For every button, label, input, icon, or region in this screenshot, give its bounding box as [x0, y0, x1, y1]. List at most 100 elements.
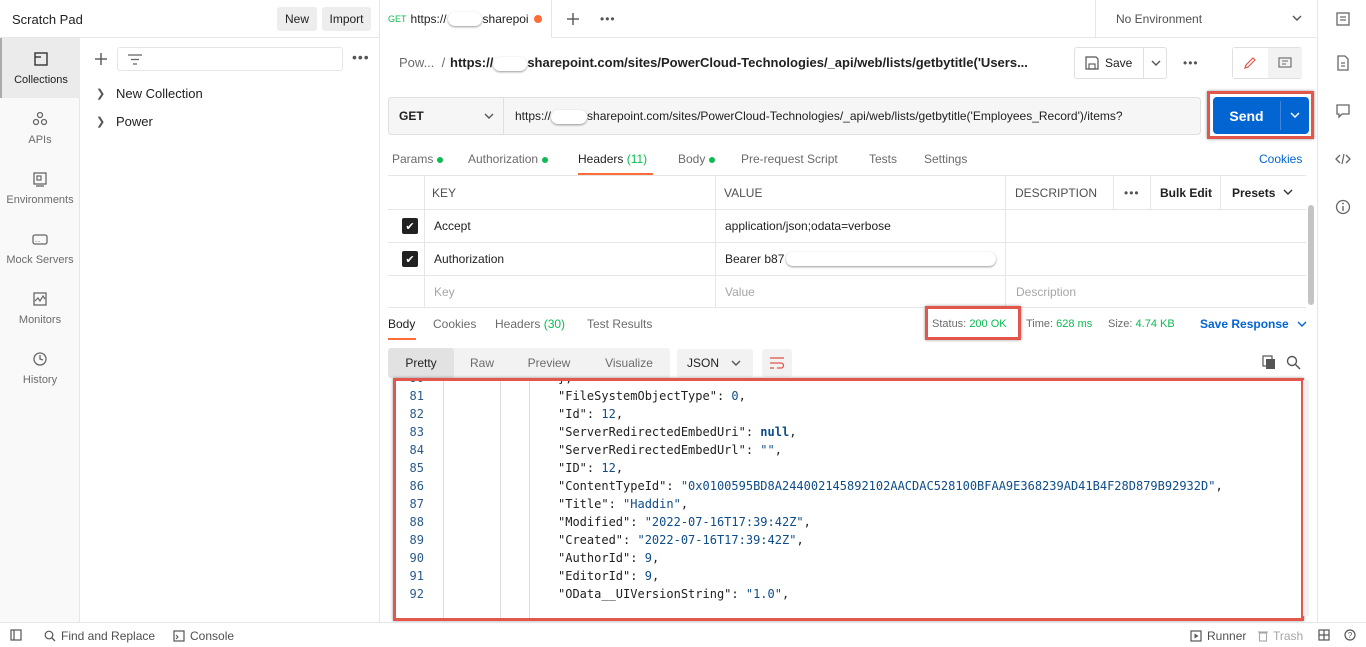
- tab-prerequest-script[interactable]: Pre-request Script: [741, 152, 838, 166]
- copy-icon[interactable]: [1262, 355, 1277, 370]
- response-tab-headers[interactable]: Headers (30): [495, 317, 565, 331]
- col-key: KEY: [432, 185, 457, 200]
- more-options-icon[interactable]: •••: [352, 49, 370, 65]
- rail-item-environments[interactable]: Environments: [0, 158, 80, 218]
- tab-tests[interactable]: Tests: [869, 152, 897, 166]
- view-tab-visualize[interactable]: Visualize: [588, 348, 670, 378]
- layout-toggle-button[interactable]: [1318, 629, 1335, 641]
- url-input[interactable]: https:// sharepoint.com/sites/PowerCloud-…: [515, 109, 1123, 124]
- edit-mode-button[interactable]: [1233, 48, 1268, 78]
- rail-item-mock-servers[interactable]: Mock Servers: [0, 218, 80, 278]
- environments-icon: [33, 172, 47, 187]
- new-value-input[interactable]: Value: [725, 276, 755, 307]
- rail-label: Monitors: [18, 314, 62, 326]
- presets-dropdown[interactable]: Presets: [1232, 176, 1293, 209]
- header-key[interactable]: Accept: [434, 210, 471, 242]
- help-button[interactable]: ?: [1344, 629, 1361, 641]
- monitors-icon: [33, 292, 47, 306]
- import-button[interactable]: Import: [322, 7, 371, 31]
- info-icon[interactable]: [1334, 198, 1352, 216]
- collection-item[interactable]: ❯ Power: [96, 111, 153, 131]
- plus-icon[interactable]: [94, 52, 108, 66]
- code-icon[interactable]: [1334, 150, 1352, 168]
- tab-bar: GET https:// sharepoi ••• No Environment: [380, 0, 1316, 38]
- new-button[interactable]: New: [277, 7, 317, 31]
- response-tab-test-results[interactable]: Test Results: [587, 317, 652, 331]
- svg-text:?: ?: [1348, 631, 1353, 640]
- response-tab-body[interactable]: Body: [388, 317, 415, 331]
- request-title[interactable]: https:// sharepoint.com/sites/PowerCloud-…: [450, 55, 1028, 71]
- search-icon[interactable]: [1286, 355, 1301, 370]
- comment-mode-button[interactable]: [1268, 48, 1302, 78]
- chevron-down-icon: [1292, 15, 1302, 21]
- request-more-icon[interactable]: •••: [1183, 56, 1199, 70]
- trash-button[interactable]: Trash: [1258, 629, 1303, 643]
- rail-item-history[interactable]: History: [0, 338, 80, 398]
- table-header-row: KEY VALUE DESCRIPTION ••• Bulk Edit Pres…: [388, 175, 1306, 209]
- rail-label: Collections: [14, 74, 68, 86]
- unsaved-dot: [534, 15, 542, 23]
- format-select[interactable]: JSON: [677, 349, 753, 377]
- tabs-menu-icon[interactable]: •••: [600, 12, 616, 26]
- new-description-input[interactable]: Description: [1016, 276, 1076, 307]
- documentation-icon[interactable]: [1334, 54, 1352, 72]
- console-button[interactable]: Console: [173, 629, 234, 643]
- comments-icon[interactable]: [1334, 102, 1352, 120]
- headers-scrollbar[interactable]: [1308, 205, 1314, 305]
- header-key[interactable]: Authorization: [434, 243, 504, 275]
- bulk-edit-button[interactable]: Bulk Edit: [1160, 176, 1212, 209]
- toggle-sidebar-button[interactable]: [10, 629, 27, 641]
- column-divider: [715, 175, 716, 308]
- right-rail: [1317, 0, 1366, 622]
- rail-label: Environments: [6, 194, 74, 206]
- trash-icon: [1258, 631, 1268, 642]
- chevron-right-icon: ❯: [96, 115, 106, 128]
- tab-authorization[interactable]: Authorization: [468, 152, 549, 166]
- headers-count: (30): [543, 317, 566, 331]
- tab-headers[interactable]: Headers (11): [578, 152, 647, 166]
- runner-label: Runner: [1207, 629, 1247, 643]
- column-divider: [1150, 175, 1151, 209]
- table-options-icon[interactable]: •••: [1124, 176, 1140, 209]
- environment-selector[interactable]: No Environment: [1095, 0, 1316, 38]
- size-readout[interactable]: Size: 4.74 KB: [1108, 318, 1175, 330]
- collection-item[interactable]: ❯ New Collection: [96, 83, 203, 103]
- time-readout[interactable]: Time: 628 ms: [1026, 318, 1092, 330]
- rail-item-apis[interactable]: APIs: [0, 98, 80, 158]
- wrap-lines-button[interactable]: [762, 349, 792, 377]
- breadcrumb[interactable]: Pow... /: [399, 55, 445, 70]
- response-scrollbar[interactable]: [1303, 380, 1309, 616]
- header-enabled-checkbox[interactable]: ✔: [402, 210, 418, 242]
- method-select[interactable]: GET: [389, 98, 504, 134]
- rail-item-collections[interactable]: Collections: [0, 38, 80, 98]
- header-value[interactable]: Bearer b87: [725, 243, 997, 275]
- rail-label: APIs: [28, 134, 52, 146]
- header-enabled-checkbox[interactable]: ✔: [402, 243, 418, 275]
- save-response-button[interactable]: Save Response: [1200, 317, 1307, 331]
- help-icon: ?: [1344, 629, 1356, 641]
- collections-filter-input[interactable]: [117, 47, 343, 71]
- tab-settings[interactable]: Settings: [924, 152, 967, 166]
- find-replace-button[interactable]: Find and Replace: [44, 629, 155, 643]
- view-tab-pretty[interactable]: Pretty: [388, 348, 454, 378]
- view-tab-preview[interactable]: Preview: [510, 348, 588, 378]
- tab-body[interactable]: Body: [678, 152, 716, 166]
- runner-button[interactable]: Runner: [1190, 629, 1246, 643]
- view-tab-raw[interactable]: Raw: [454, 348, 510, 378]
- breadcrumb-collection: Pow...: [399, 55, 435, 70]
- tab-label: Params: [392, 152, 434, 166]
- request-tab[interactable]: GET https:// sharepoi: [380, 0, 552, 38]
- environment-quick-look-icon[interactable]: [1334, 10, 1352, 28]
- save-button[interactable]: Save: [1075, 48, 1143, 78]
- tab-params[interactable]: Params: [392, 152, 444, 166]
- new-tab-icon[interactable]: [566, 12, 580, 26]
- cookies-link[interactable]: Cookies: [1259, 152, 1302, 166]
- new-key-input[interactable]: Key: [434, 276, 455, 307]
- time-label: Time:: [1026, 318, 1054, 330]
- checkmark-icon: ✔: [402, 218, 418, 234]
- chevron-down-icon: [1297, 321, 1307, 327]
- response-tab-cookies[interactable]: Cookies: [433, 317, 476, 331]
- header-value[interactable]: application/json;odata=verbose: [725, 210, 891, 242]
- save-options-button[interactable]: [1143, 48, 1167, 78]
- rail-item-monitors[interactable]: Monitors: [0, 278, 80, 338]
